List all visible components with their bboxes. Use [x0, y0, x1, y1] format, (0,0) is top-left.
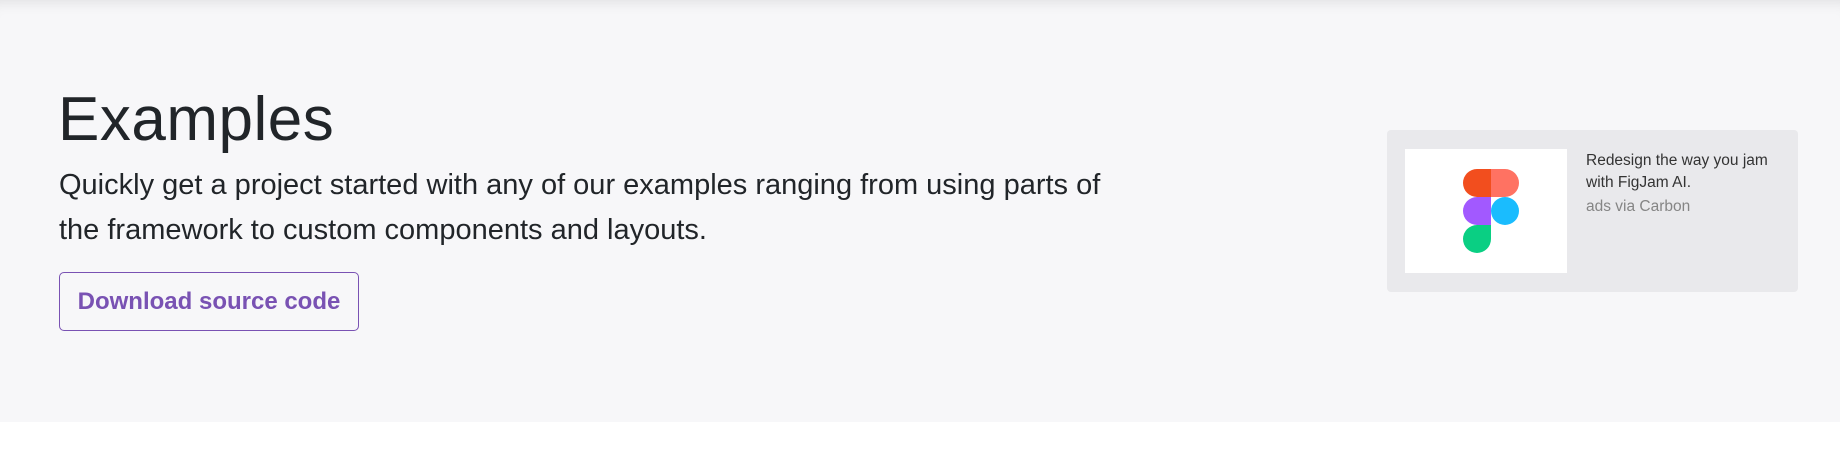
page-lead: Quickly get a project started with any o…: [59, 169, 1101, 246]
carbon-ad: Redesign the way you jam with FigJam AI.…: [1387, 130, 1798, 292]
figma-logo-purple-shape: [1463, 197, 1491, 225]
carbon-ad-text[interactable]: Redesign the way you jam with FigJam AI.: [1586, 150, 1786, 194]
carbon-ad-attribution[interactable]: ads via Carbon: [1586, 196, 1690, 218]
carbon-ad-image[interactable]: [1405, 149, 1567, 273]
figma-logo-red-shape: [1463, 169, 1491, 197]
examples-hero: Examples Quickly get a project started w…: [0, 0, 1840, 422]
figma-logo-coral-shape: [1491, 169, 1519, 197]
page-title: Examples: [58, 85, 335, 154]
figma-logo-icon: [1463, 169, 1519, 253]
download-source-button[interactable]: Download source code: [59, 272, 359, 331]
page: Examples Quickly get a project started w…: [0, 0, 1840, 474]
figma-logo-blue-shape: [1491, 197, 1519, 225]
figma-logo-green-shape: [1463, 225, 1491, 253]
